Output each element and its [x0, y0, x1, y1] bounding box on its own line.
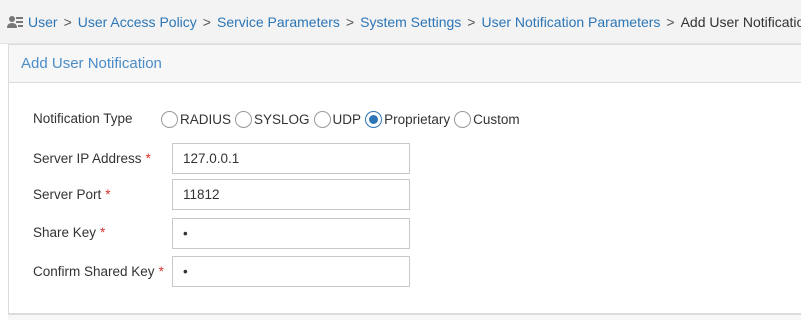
required-marker: *: [145, 151, 151, 166]
notification-type-label: Notification Type: [33, 111, 133, 126]
confirm-key-password-input[interactable]: •: [172, 256, 410, 287]
radio-button-selected[interactable]: [365, 111, 383, 128]
share-key-label: Share Key *: [33, 225, 105, 240]
radio-option-radius[interactable]: RADIUS: [161, 111, 231, 128]
breadcrumb-user-access-policy[interactable]: User Access Policy: [78, 14, 197, 30]
breadcrumb-separator: >: [63, 13, 72, 30]
server-port-input[interactable]: 11812: [172, 179, 410, 210]
breadcrumb-user-notification-parameters[interactable]: User Notification Parameters: [481, 14, 660, 30]
server-ip-label: Server IP Address *: [33, 151, 151, 166]
breadcrumb-system-settings[interactable]: System Settings: [360, 14, 461, 30]
add-user-notification-panel: Add User Notification Notification Type …: [8, 44, 801, 314]
breadcrumb-separator: >: [467, 13, 476, 30]
confirm-key-label: Confirm Shared Key *: [33, 264, 164, 279]
radio-button[interactable]: [454, 111, 472, 128]
required-marker: *: [105, 187, 111, 202]
radio-label-custom: Custom: [473, 112, 520, 127]
radio-option-udp[interactable]: UDP: [313, 111, 362, 128]
server-port-label-text: Server Port: [33, 187, 102, 202]
radio-label-radius: RADIUS: [180, 112, 232, 127]
required-marker: *: [100, 225, 106, 240]
breadcrumb: User > User Access Policy > Service Para…: [0, 0, 801, 44]
radio-button[interactable]: [161, 111, 178, 128]
radio-label-proprietary: Proprietary: [384, 112, 451, 127]
user-group-icon: [6, 14, 24, 30]
radio-option-proprietary[interactable]: Proprietary: [365, 111, 450, 128]
next-panel-edge: [8, 314, 801, 320]
radio-option-syslog[interactable]: SYSLOG: [235, 111, 310, 128]
breadcrumb-separator: >: [202, 13, 211, 30]
radio-label-udp: UDP: [332, 112, 362, 127]
radio-button[interactable]: [313, 111, 331, 128]
radio-option-custom[interactable]: Custom: [454, 111, 520, 128]
breadcrumb-user[interactable]: User: [28, 14, 58, 30]
server-port-label: Server Port *: [33, 187, 111, 202]
share-key-label-text: Share Key: [33, 225, 97, 240]
server-ip-input[interactable]: 127.0.0.1: [172, 143, 410, 174]
breadcrumb-separator: >: [345, 13, 355, 30]
share-key-password-input[interactable]: •: [172, 218, 410, 249]
notification-type-radio-group: RADIUS SYSLOG UDP Proprietary Custom: [161, 111, 524, 128]
required-marker: *: [158, 264, 164, 279]
breadcrumb-current: Add User Notification: [680, 13, 801, 30]
breadcrumb-service-parameters[interactable]: Service Parameters: [217, 14, 340, 30]
radio-label-syslog: SYSLOG: [254, 112, 310, 127]
breadcrumb-separator: >: [666, 13, 675, 30]
confirm-key-label-text: Confirm Shared Key: [33, 264, 155, 279]
panel-title: Add User Notification: [9, 45, 801, 83]
radio-button[interactable]: [235, 111, 253, 128]
server-ip-label-text: Server IP Address: [33, 151, 142, 166]
